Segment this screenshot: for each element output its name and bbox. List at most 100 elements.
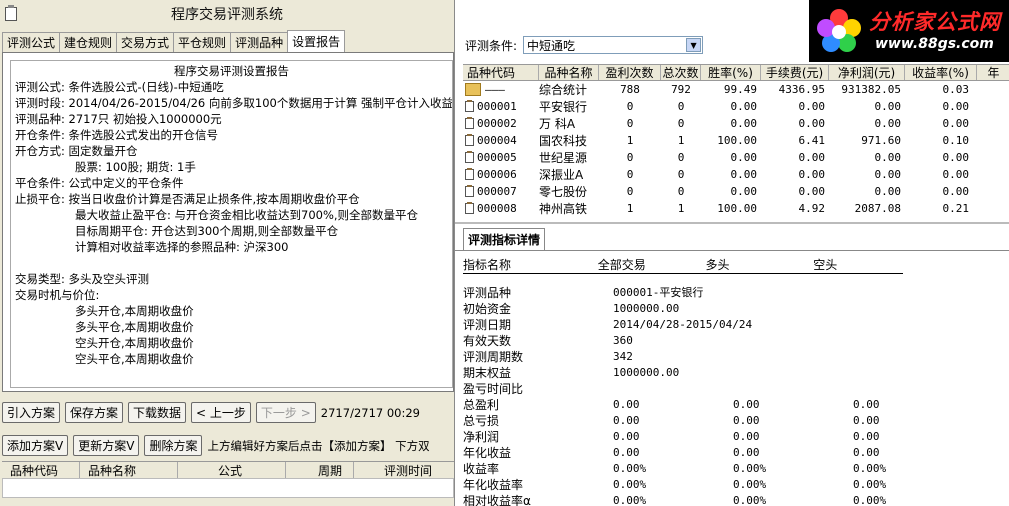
stat-short: 0.00 (853, 413, 880, 427)
detail-key: 有效天数 (463, 333, 512, 348)
result-row[interactable]: ——— 综合统计 788 792 99.49 4336.95 931382.05 0.03 (463, 81, 1009, 98)
chevron-down-icon[interactable]: ▼ (686, 38, 702, 52)
report-line: 多头开仓,本周期收盘价 (75, 304, 194, 318)
code-text: 000007 (477, 185, 517, 198)
col-net-profit[interactable]: 净利润(元) (829, 65, 905, 80)
delete-plan-button[interactable]: 删除方案 (144, 435, 203, 456)
cell-code: 000004 (463, 134, 539, 147)
import-plan-button[interactable]: 引入方案 (2, 402, 61, 423)
cell-win-rate: 0.00 (730, 117, 758, 130)
cell-net-profit: 971.60 (861, 134, 901, 147)
logo-url-text: www.88gs.com (875, 36, 994, 52)
detail-key: 期末权益 (463, 365, 512, 380)
results-rows: ——— 综合统计 788 792 99.49 4336.95 931382.05 0.03 00… (463, 81, 1009, 217)
prev-step-button[interactable]: < 上一步 (191, 402, 251, 423)
condition-select[interactable]: 中短通吃 ▼ (523, 36, 704, 54)
col-annual[interactable]: 年 (977, 65, 1009, 80)
document-icon (465, 151, 474, 163)
detail-info-row: 初始资金 1000000.00 (463, 300, 1009, 316)
result-row[interactable]: 000002 万 科A 0 0 0.00 0.00 0.00 0.00 (463, 115, 1009, 132)
result-row[interactable]: 000008 神州高铁 1 1 100.00 4.92 2087.08 0.21 (463, 200, 1009, 217)
cell-total: 1 (677, 134, 685, 147)
detail-stat-row: 总亏损 0.00 0.00 0.00 (463, 412, 1009, 428)
cell-return: 0.00 (942, 151, 970, 164)
result-row[interactable]: 000007 零七股份 0 0 0.00 0.00 0.00 0.00 (463, 183, 1009, 200)
add-plan-button[interactable]: 添加方案V (2, 435, 69, 456)
tab-trade-mode[interactable]: 交易方式 (116, 32, 175, 52)
toolbar-primary: 引入方案 保存方案 下载数据 < 上一步 下一步 > 2717/2717 00:… (2, 402, 420, 423)
cell-wins: 0 (626, 117, 634, 130)
detail-key: 初始资金 (463, 301, 512, 316)
code-text: 000002 (477, 117, 517, 130)
col-name[interactable]: 品种名称 (80, 462, 178, 478)
cell-code: 000005 (463, 151, 539, 164)
cell-wins: 788 (620, 83, 640, 96)
col-win-rate[interactable]: 胜率(%) (701, 65, 761, 80)
result-row[interactable]: 000005 世纪星源 0 0 0.00 0.00 0.00 0.00 (463, 149, 1009, 166)
report-line: 评测公式: 条件选股公式-(日线)-中短通吃 (15, 80, 224, 94)
detail-value: 360 (613, 333, 633, 347)
col-code[interactable]: 品种代码 (463, 65, 539, 80)
col-wins[interactable]: 盈利次数 (599, 65, 661, 80)
detail-stat-row: 盈亏时间比 (463, 380, 1009, 396)
cell-win-rate: 0.00 (730, 185, 758, 198)
stat-long: 0.00 (733, 429, 760, 443)
cell-return: 0.00 (942, 185, 970, 198)
stat-short: 0.00 (853, 397, 880, 411)
tab-symbols[interactable]: 评测品种 (230, 32, 289, 52)
result-row[interactable]: 000006 深振业A 0 0 0.00 0.00 0.00 0.00 (463, 166, 1009, 183)
col-formula[interactable]: 公式 (178, 462, 286, 478)
tab-report[interactable]: 设置报告 (287, 30, 346, 52)
report-line: 最大收益止盈平仓: 与开仓资金相比收益达到700%,则全部数量平仓 (75, 208, 419, 222)
results-table: 品种代码 品种名称 盈利次数 总次数 胜率(%) 手续费(元) 净利润(元) 收… (463, 64, 1009, 217)
cell-wins: 0 (626, 100, 634, 113)
stat-name: 总亏损 (463, 413, 500, 428)
col-fee[interactable]: 手续费(元) (761, 65, 829, 80)
report-line: 交易时机与价位: (15, 288, 100, 302)
cell-net-profit: 2087.08 (854, 202, 901, 215)
stat-long: 0.00 (733, 397, 760, 411)
tab-close-rule[interactable]: 平仓规则 (173, 32, 232, 52)
document-icon (465, 202, 474, 214)
detail-value: 1000000.00 (613, 365, 680, 379)
col-return[interactable]: 收益率(%) (905, 65, 977, 80)
cell-net-profit: 0.00 (874, 185, 902, 198)
cell-total: 0 (677, 117, 685, 130)
col-eval-time[interactable]: 评测时间 (354, 462, 454, 478)
cell-net-profit: 0.00 (874, 151, 902, 164)
report-line: 止损平仓: 按当日收盘价计算是否满足止损条件,按本周期收盘价平仓 (15, 192, 360, 206)
stat-all: 0.00 (613, 429, 640, 443)
detail-stat-row: 年化收益 0.00 0.00 0.00 (463, 444, 1009, 460)
detail-key: 评测周期数 (463, 349, 524, 364)
tab-open-rule[interactable]: 建仓规则 (59, 32, 118, 52)
detail-value: 1000000.00 (613, 301, 680, 315)
detail-key: 评测品种 (463, 285, 512, 300)
col-total[interactable]: 总次数 (661, 65, 701, 80)
detail-stat-row: 年化收益率 0.00% 0.00% 0.00% (463, 476, 1009, 492)
stat-all: 0.00% (613, 493, 647, 506)
app-root: 程序交易评测系统 评测公式 建仓规则 交易方式 平仓规则 评测品种 设置报告 程… (0, 0, 1009, 506)
download-data-button[interactable]: 下载数据 (128, 402, 187, 423)
result-row[interactable]: 000001 平安银行 0 0 0.00 0.00 0.00 0.00 (463, 98, 1009, 115)
cell-fee: 0.00 (798, 168, 826, 181)
detail-col-all: 全部交易 (597, 258, 646, 272)
result-row[interactable]: 000004 国农科技 1 1 100.00 6.41 971.60 0.10 (463, 132, 1009, 149)
save-plan-button[interactable]: 保存方案 (65, 402, 124, 423)
report-line: 开仓方式: 固定数量开仓 (15, 144, 138, 158)
col-name[interactable]: 品种名称 (539, 65, 599, 80)
detail-value: 2014/04/28-2015/04/24 (613, 317, 753, 331)
tab-formula[interactable]: 评测公式 (2, 32, 61, 52)
col-period[interactable]: 周期 (286, 462, 354, 478)
cell-name: 万 科A (539, 117, 576, 131)
next-step-button[interactable]: 下一步 > (255, 402, 316, 423)
plan-grid-body[interactable] (2, 478, 454, 498)
report-text-area[interactable]: 程序交易评测设置报告 评测公式: 条件选股公式-(日线)-中短通吃 评测时段: … (10, 60, 453, 388)
tab-detail-metrics[interactable]: 评测指标详情 (463, 228, 546, 250)
update-plan-button[interactable]: 更新方案V (73, 435, 140, 456)
cell-code: 000008 (463, 202, 539, 215)
report-line: 计算相对收益率选择的参照品种: 沪深300 (75, 240, 289, 254)
col-code[interactable]: 品种代码 (2, 462, 80, 478)
document-icon (465, 168, 474, 180)
cell-win-rate: 0.00 (730, 168, 758, 181)
splitter[interactable] (455, 222, 1009, 224)
